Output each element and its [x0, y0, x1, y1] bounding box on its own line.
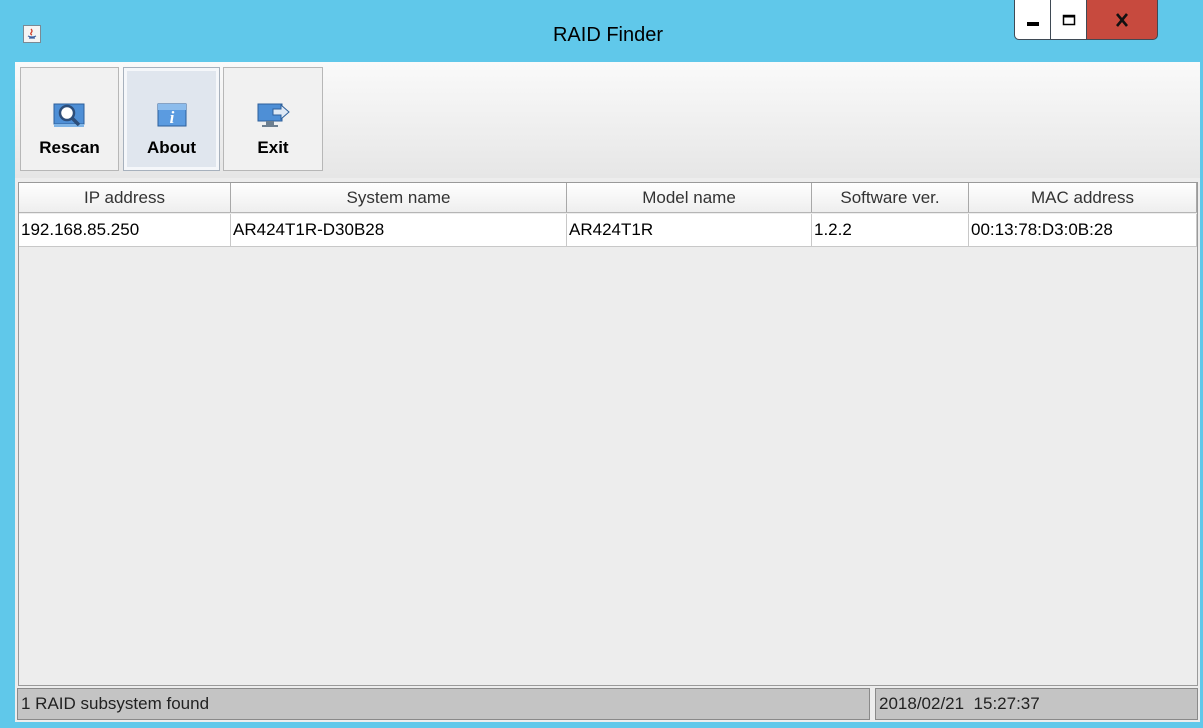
exit-monitor-icon: [257, 103, 290, 127]
cell-mac[interactable]: 00:13:78:D3:0B:28: [969, 214, 1197, 246]
close-icon: [1116, 12, 1128, 27]
client-area: Rescan i About Exit IP address System na…: [15, 62, 1200, 722]
maximize-icon: [1062, 14, 1075, 25]
column-header-mac[interactable]: MAC address: [969, 183, 1197, 212]
table-row[interactable]: 192.168.85.250 AR424T1R-D30B28 AR424T1R …: [19, 214, 1197, 247]
column-header-system-name[interactable]: System name: [231, 183, 567, 212]
close-button[interactable]: [1086, 0, 1158, 40]
exit-button[interactable]: Exit: [223, 67, 323, 171]
info-icon: i: [157, 103, 186, 127]
cell-system-name[interactable]: AR424T1R-D30B28: [231, 214, 567, 246]
table-header: IP address System name Model name Softwa…: [19, 183, 1197, 213]
maximize-button[interactable]: [1050, 0, 1086, 40]
toolbar: Rescan i About Exit: [15, 62, 1200, 178]
status-datetime: 2018/02/21 15:27:37: [875, 688, 1198, 720]
column-header-software-ver[interactable]: Software ver.: [812, 183, 969, 212]
rescan-label: Rescan: [39, 138, 100, 157]
rescan-button[interactable]: Rescan: [20, 67, 119, 171]
about-label: About: [146, 138, 197, 157]
about-button[interactable]: i About: [123, 67, 220, 171]
minimize-button[interactable]: [1014, 0, 1050, 40]
status-message: 1 RAID subsystem found: [17, 688, 870, 720]
cell-ip[interactable]: 192.168.85.250: [19, 214, 231, 246]
app-window: RAID Finder Rescan i About Exit IP addre…: [0, 0, 1203, 728]
status-bar: 1 RAID subsystem found 2018/02/21 15:27:…: [15, 688, 1200, 722]
minimize-icon: [1026, 21, 1039, 26]
svg-text:i: i: [169, 108, 174, 127]
magnifier-icon: [53, 103, 84, 127]
raid-table[interactable]: IP address System name Model name Softwa…: [18, 182, 1198, 686]
exit-label: Exit: [257, 138, 289, 157]
cell-model-name[interactable]: AR424T1R: [567, 214, 812, 246]
column-header-ip[interactable]: IP address: [19, 183, 231, 212]
column-header-model-name[interactable]: Model name: [567, 183, 812, 212]
cell-software-ver[interactable]: 1.2.2: [812, 214, 969, 246]
title-bar[interactable]: RAID Finder: [0, 0, 1203, 62]
